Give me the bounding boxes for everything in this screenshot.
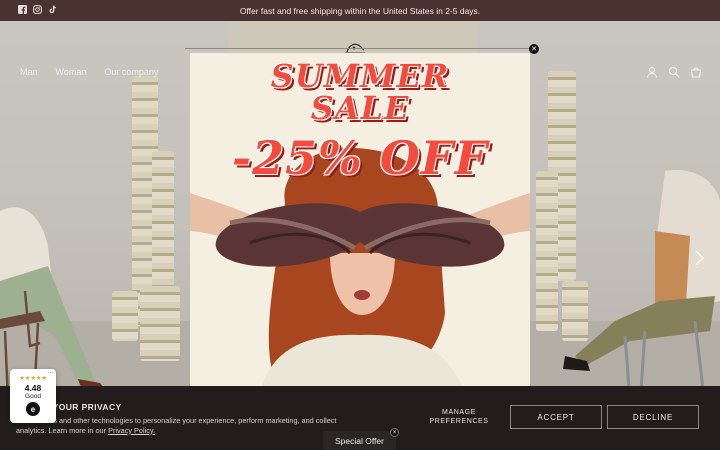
cookie-description: kies and other technologies to personali… [16, 416, 366, 435]
special-offer-close-icon[interactable]: × [390, 428, 399, 437]
slide-next-arrow[interactable] [692, 249, 706, 267]
review-widget[interactable]: ... ★★★★★ 4.48 Good e [10, 369, 56, 423]
announcement-text: Offer fast and free shipping within the … [239, 5, 481, 16]
promo-discount: -25% OFF [231, 131, 489, 185]
model-left [0, 207, 103, 386]
popup-border-top [185, 48, 535, 49]
promo-headline-sale: SALE [310, 89, 410, 127]
privacy-policy-link[interactable]: Privacy Policy. [108, 426, 155, 435]
cookie-text-prefix: analytics. Learn more in our [16, 425, 109, 435]
decline-button[interactable]: DECLINE [607, 405, 699, 429]
review-more-icon[interactable]: ... [48, 369, 53, 375]
promo-popup[interactable]: SUMMER SALE -25% OFF [190, 53, 530, 393]
announcement-bar: Offer fast and free shipping within the … [0, 0, 720, 21]
rating-label: Good [25, 393, 41, 400]
popup-close-icon[interactable]: ✕ [529, 44, 539, 54]
review-badge-icon: e [26, 402, 40, 416]
special-offer-button[interactable]: Special Offer [323, 431, 396, 450]
nav-item-woman[interactable]: Woman [56, 67, 87, 77]
manage-preferences-button[interactable]: MANAGE PREFERENCES [428, 408, 490, 426]
main-nav: Man Woman Our company [20, 67, 158, 77]
facebook-icon[interactable] [18, 5, 27, 14]
tiktok-icon[interactable] [48, 5, 57, 14]
decor-sculpture [140, 286, 180, 361]
nav-item-man[interactable]: Man [20, 67, 38, 77]
header-icons [646, 65, 702, 78]
rating-stars: ★★★★★ [19, 375, 47, 382]
nav-item-our-company[interactable]: Our company [104, 67, 158, 77]
instagram-icon[interactable] [33, 5, 42, 14]
social-links [18, 5, 57, 14]
cookie-text-line2: analytics. Learn more in our Privacy Pol… [16, 426, 366, 436]
model-right [563, 170, 720, 386]
rating-score: 4.48 [24, 383, 42, 393]
cart-icon[interactable] [690, 65, 702, 78]
cookie-text-line1: kies and other technologies to personali… [44, 416, 337, 425]
search-icon[interactable] [668, 65, 680, 78]
account-icon[interactable] [646, 65, 658, 78]
accept-button[interactable]: ACCEPT [510, 405, 602, 429]
